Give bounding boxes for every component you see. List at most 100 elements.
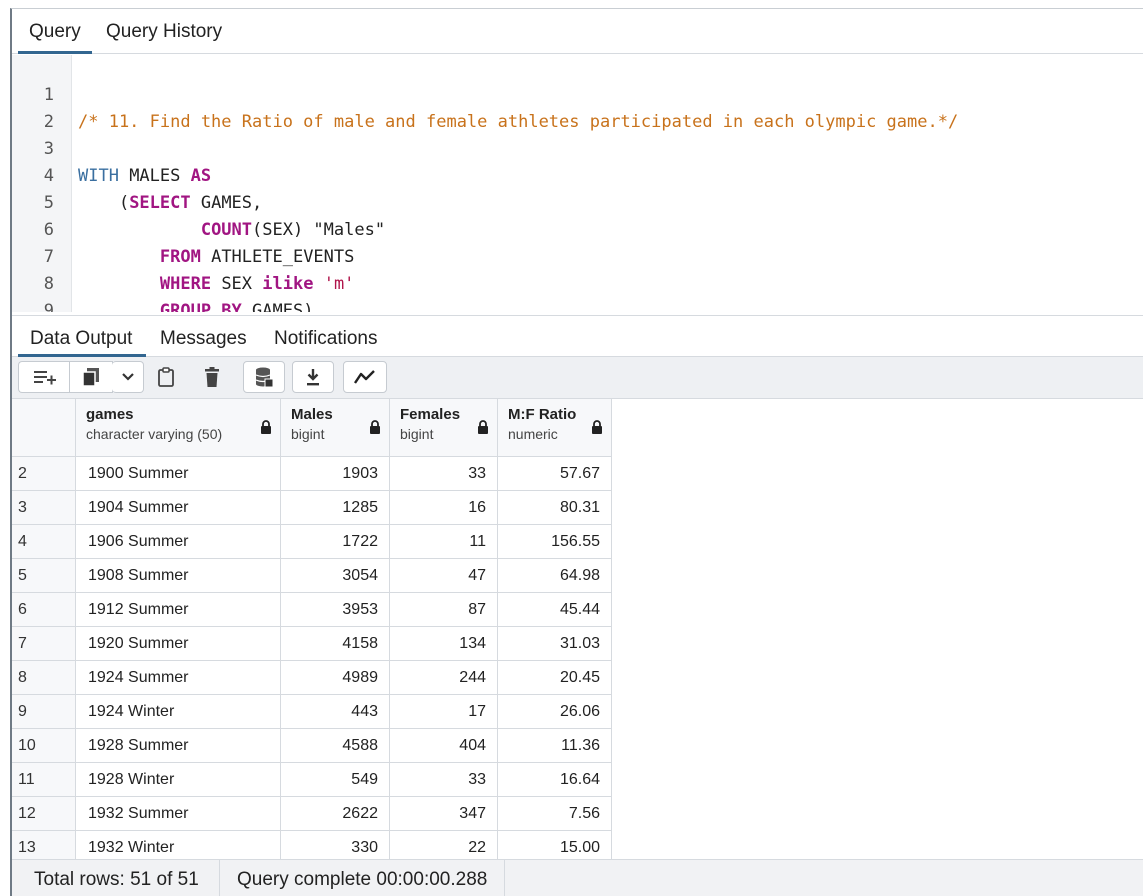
cell-males[interactable]: 549 <box>281 763 390 797</box>
cell-games[interactable]: 1932 Summer <box>76 797 281 831</box>
row-number[interactable]: 6 <box>12 593 76 627</box>
row-number[interactable]: 4 <box>12 525 76 559</box>
row-number[interactable]: 2 <box>12 457 76 491</box>
cell-games[interactable]: 1920 Summer <box>76 627 281 661</box>
cell-males[interactable]: 2622 <box>281 797 390 831</box>
table-row[interactable]: 7 1920 Summer 4158 134 31.03 <box>12 627 612 661</box>
table-row[interactable]: 4 1906 Summer 1722 11 156.55 <box>12 525 612 559</box>
line-chart-icon <box>354 370 375 384</box>
sql-editor[interactable]: 1 /* 11. Find the Ratio of male and fema… <box>12 55 1143 312</box>
cell-games[interactable]: 1906 Summer <box>76 525 281 559</box>
query-tabs: Query Query History <box>12 9 1143 54</box>
cell-males[interactable]: 4989 <box>281 661 390 695</box>
row-number[interactable]: 9 <box>12 695 76 729</box>
row-number[interactable]: 5 <box>12 559 76 593</box>
table-row[interactable]: 5 1908 Summer 3054 47 64.98 <box>12 559 612 593</box>
cell-males[interactable]: 4158 <box>281 627 390 661</box>
add-row-icon <box>33 371 56 385</box>
cell-females[interactable]: 17 <box>390 695 498 729</box>
row-number[interactable]: 8 <box>12 661 76 695</box>
copy-options-dropdown[interactable] <box>112 361 144 393</box>
cell-females[interactable]: 404 <box>390 729 498 763</box>
cell-males[interactable]: 1722 <box>281 525 390 559</box>
row-number[interactable]: 10 <box>12 729 76 763</box>
cell-ratio[interactable]: 15.00 <box>498 831 612 859</box>
cell-games[interactable]: 1924 Summer <box>76 661 281 695</box>
tab-query-history[interactable]: Query History <box>106 21 222 43</box>
table-row[interactable]: 3 1904 Summer 1285 16 80.31 <box>12 491 612 525</box>
cell-ratio[interactable]: 7.56 <box>498 797 612 831</box>
cell-games[interactable]: 1912 Summer <box>76 593 281 627</box>
add-row-button[interactable] <box>18 361 70 393</box>
table-row[interactable]: 9 1924 Winter 443 17 26.06 <box>12 695 612 729</box>
chevron-down-icon <box>121 373 134 381</box>
cell-males[interactable]: 4588 <box>281 729 390 763</box>
active-tab-indicator <box>18 51 92 54</box>
cell-males[interactable]: 3054 <box>281 559 390 593</box>
cell-ratio[interactable]: 57.67 <box>498 457 612 491</box>
cell-games[interactable]: 1908 Summer <box>76 559 281 593</box>
column-header-games[interactable]: games character varying (50) <box>76 399 281 457</box>
data-toolbar <box>12 357 1143 399</box>
cell-males[interactable]: 330 <box>281 831 390 859</box>
cell-males[interactable]: 1903 <box>281 457 390 491</box>
table-row[interactable]: 8 1924 Summer 4989 244 20.45 <box>12 661 612 695</box>
cell-females[interactable]: 87 <box>390 593 498 627</box>
cell-females[interactable]: 33 <box>390 457 498 491</box>
tab-notifications[interactable]: Notifications <box>274 328 378 350</box>
table-row[interactable]: 13 1932 Winter 330 22 15.00 <box>12 831 612 859</box>
cell-females[interactable]: 134 <box>390 627 498 661</box>
cell-games[interactable]: 1900 Summer <box>76 457 281 491</box>
cell-ratio[interactable]: 80.31 <box>498 491 612 525</box>
cell-ratio[interactable]: 20.45 <box>498 661 612 695</box>
result-tabs: Data Output Messages Notifications <box>12 315 1143 357</box>
cell-games[interactable]: 1924 Winter <box>76 695 281 729</box>
cell-ratio[interactable]: 64.98 <box>498 559 612 593</box>
table-row[interactable]: 2 1900 Summer 1903 33 57.67 <box>12 457 612 491</box>
cell-ratio[interactable]: 45.44 <box>498 593 612 627</box>
cell-ratio[interactable]: 26.06 <box>498 695 612 729</box>
cell-females[interactable]: 33 <box>390 763 498 797</box>
row-number[interactable]: 11 <box>12 763 76 797</box>
cell-males[interactable]: 443 <box>281 695 390 729</box>
tab-query[interactable]: Query <box>29 21 81 43</box>
cell-males[interactable]: 3953 <box>281 593 390 627</box>
code-line: 6 FROM ATHLETE_EVENTS <box>12 190 1143 267</box>
cell-ratio[interactable]: 156.55 <box>498 525 612 559</box>
download-button[interactable] <box>292 361 334 393</box>
table-row[interactable]: 11 1928 Winter 549 33 16.64 <box>12 763 612 797</box>
row-number[interactable]: 3 <box>12 491 76 525</box>
table-row[interactable]: 12 1932 Summer 2622 347 7.56 <box>12 797 612 831</box>
row-number[interactable]: 7 <box>12 627 76 661</box>
cell-games[interactable]: 1928 Winter <box>76 763 281 797</box>
column-header-ratio[interactable]: M:F Ratio numeric <box>498 399 612 457</box>
cell-games[interactable]: 1932 Winter <box>76 831 281 859</box>
row-number[interactable]: 12 <box>12 797 76 831</box>
tab-data-output[interactable]: Data Output <box>30 328 132 350</box>
paste-icon <box>158 367 174 387</box>
graph-visualiser-button[interactable] <box>343 361 387 393</box>
cell-males[interactable]: 1285 <box>281 491 390 525</box>
tab-messages[interactable]: Messages <box>160 328 247 350</box>
query-complete-status: Query complete 00:00:00.288 <box>237 869 488 890</box>
cell-ratio[interactable]: 16.64 <box>498 763 612 797</box>
row-number[interactable]: 13 <box>12 831 76 859</box>
delete-button[interactable] <box>194 361 230 393</box>
cell-females[interactable]: 16 <box>390 491 498 525</box>
cell-ratio[interactable]: 11.36 <box>498 729 612 763</box>
cell-games[interactable]: 1928 Summer <box>76 729 281 763</box>
table-row[interactable]: 10 1928 Summer 4588 404 11.36 <box>12 729 612 763</box>
save-data-button[interactable] <box>243 361 285 393</box>
cell-females[interactable]: 47 <box>390 559 498 593</box>
paste-button[interactable] <box>148 361 184 393</box>
cell-females[interactable]: 347 <box>390 797 498 831</box>
column-header-males[interactable]: Males bigint <box>281 399 390 457</box>
cell-ratio[interactable]: 31.03 <box>498 627 612 661</box>
cell-females[interactable]: 244 <box>390 661 498 695</box>
cell-females[interactable]: 22 <box>390 831 498 859</box>
column-header-females[interactable]: Females bigint <box>390 399 498 457</box>
copy-button[interactable] <box>69 361 113 393</box>
cell-females[interactable]: 11 <box>390 525 498 559</box>
table-row[interactable]: 6 1912 Summer 3953 87 45.44 <box>12 593 612 627</box>
cell-games[interactable]: 1904 Summer <box>76 491 281 525</box>
